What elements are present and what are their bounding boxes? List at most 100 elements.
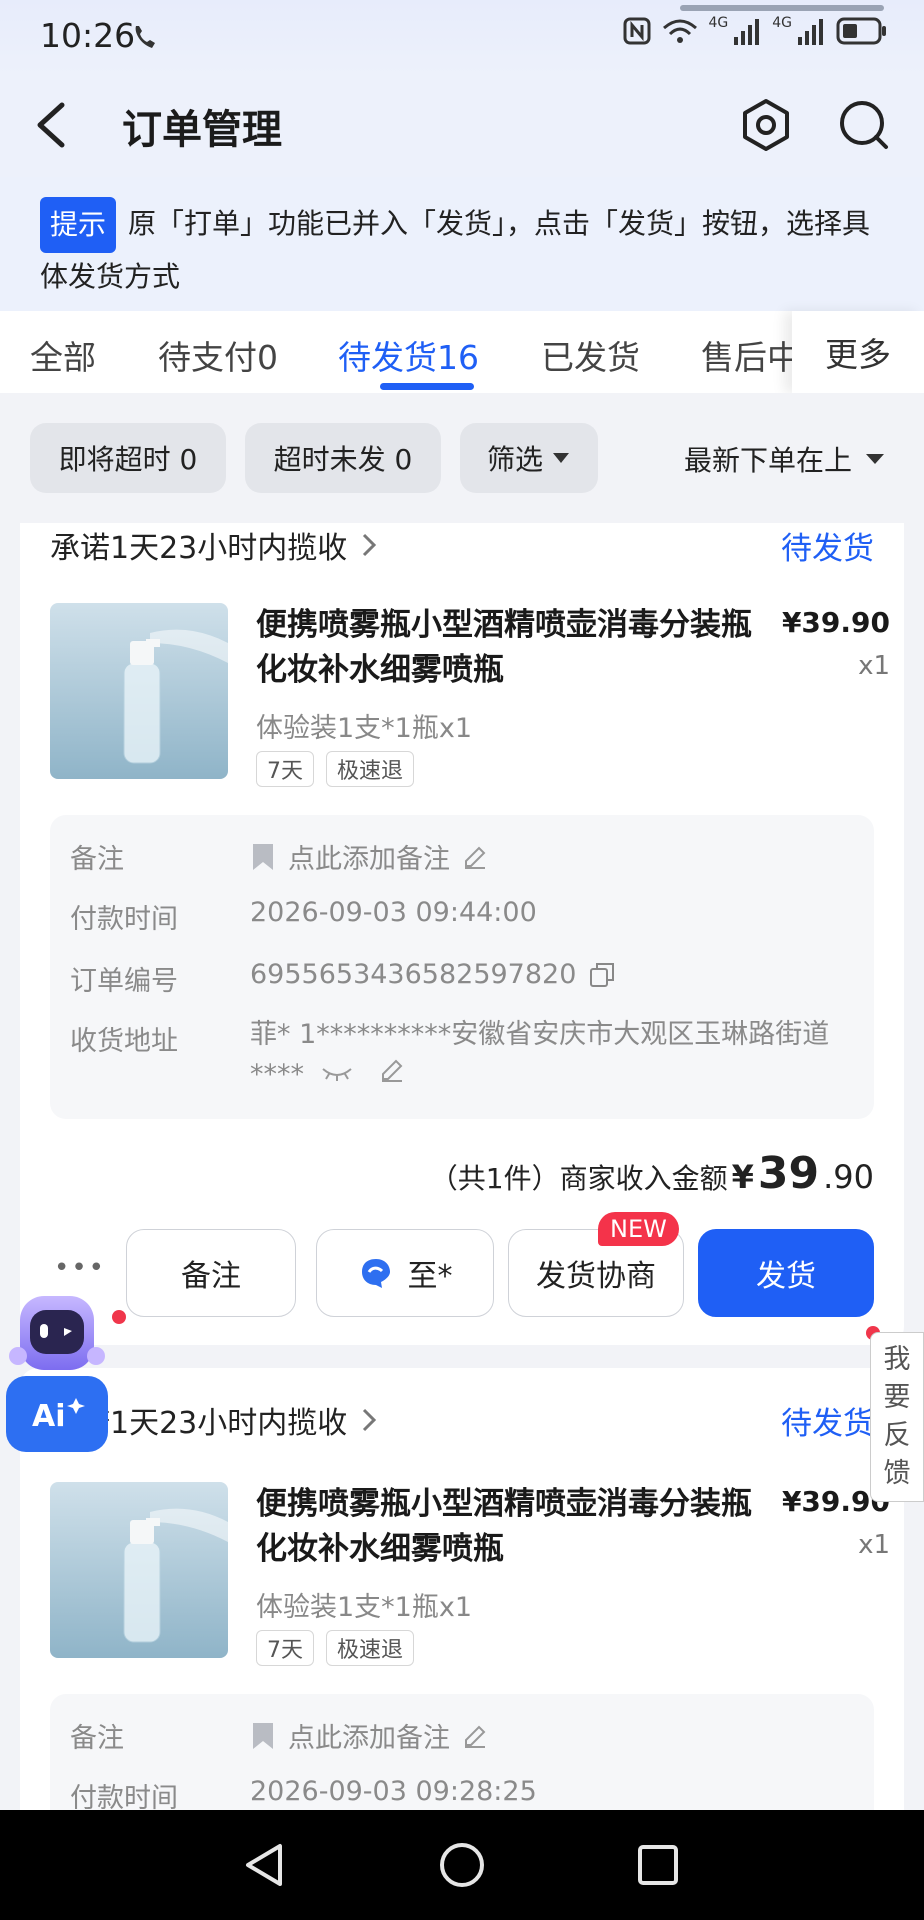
order-no-label: 订单编号 — [70, 966, 178, 997]
sort-dropdown[interactable]: 最新下单在上 — [684, 439, 886, 479]
promise-link[interactable]: 承诺1天23小时内揽收 — [50, 523, 377, 567]
tab-shipped[interactable]: 已发货 — [541, 331, 640, 379]
product-image[interactable] — [50, 603, 228, 779]
chip-about-to-timeout[interactable]: 即将超时 0 — [30, 423, 226, 493]
contact-buyer-button[interactable]: 至* — [316, 1229, 494, 1317]
product-qty: x1 — [858, 1530, 890, 1560]
remark-button[interactable]: 备注 — [126, 1229, 296, 1317]
status-pill — [680, 5, 884, 11]
product-image[interactable] — [50, 1482, 228, 1658]
status-time: 10:26 — [40, 16, 136, 55]
chevron-right-icon — [363, 1408, 377, 1432]
filter-button[interactable]: 筛选 — [460, 423, 598, 493]
search-icon — [840, 101, 888, 149]
order-status: 待发货 — [781, 1406, 874, 1442]
chat-bubble-icon — [361, 1259, 390, 1288]
back-button[interactable] — [22, 95, 82, 155]
order-status: 待发货 — [781, 531, 874, 567]
contact-label: 至* — [407, 1259, 453, 1294]
product-spec: 体验装1支*1瓶x1 — [256, 1592, 473, 1623]
system-nav-bar — [0, 1810, 924, 1920]
product-title[interactable]: 便携喷雾瓶小型酒精喷壶消毒分装瓶化妆补水细雾喷瓶 — [256, 603, 756, 693]
chevron-left-icon — [37, 102, 65, 148]
remark-label: 备注 — [70, 1723, 124, 1754]
order-card: 承诺1天23小时内揽收 待发货 便携喷雾瓶小型酒精喷壶消毒分装瓶化妆补水细雾喷瓶… — [20, 1368, 904, 1834]
bookmark-icon — [253, 1722, 273, 1749]
ai-assistant-button[interactable]: Ai — [6, 1290, 108, 1454]
settings-button[interactable] — [736, 95, 796, 155]
order-tabs: 全部 待支付0 待发货16 已发货 售后中 更多 — [0, 311, 924, 393]
income-currency: ¥ — [731, 1158, 754, 1196]
edit-icon — [465, 846, 486, 869]
income-summary: （共1件）商家收入金额 ¥ 39 .90 — [430, 1148, 874, 1199]
product-price: ¥39.90 — [781, 606, 890, 639]
svg-text:Ai: Ai — [32, 1399, 66, 1434]
home-circle-icon[interactable] — [437, 1840, 487, 1890]
notice-banner: 提示 原「打单」功能已并入「发货」，点击「发货」按钮，选择具体发货方式 — [0, 177, 924, 311]
tag-fast-refund: 极速退 — [326, 1630, 415, 1666]
order-info-box: 备注 点此添加备注 付款时间 2026-09-03 09:44:00 订单编号 … — [50, 815, 874, 1119]
page-title: 订单管理 — [122, 107, 282, 153]
order-no: 6955653436582597820 — [250, 959, 577, 990]
network-label-1: 4G — [708, 15, 729, 31]
income-label: （共1件）商家收入金额 — [429, 1162, 728, 1195]
notification-dot — [112, 1310, 126, 1324]
tag-7day: 7天 — [256, 751, 314, 787]
copy-icon[interactable] — [588, 961, 616, 989]
tab-pending-payment[interactable]: 待支付0 — [158, 331, 278, 379]
sort-label: 最新下单在上 — [683, 444, 852, 477]
eye-closed-icon[interactable] — [321, 1063, 353, 1083]
income-decimal: .90 — [823, 1158, 874, 1196]
notice-badge: 提示 — [40, 197, 117, 253]
remark-label: 备注 — [70, 844, 124, 875]
order-card: 承诺1天23小时内揽收 待发货 便携喷雾瓶小型酒精喷壶消毒分装瓶化妆补水细雾喷瓶… — [20, 523, 904, 1345]
feedback-button[interactable]: 我要反馈 — [870, 1332, 924, 1502]
address-label: 收货地址 — [70, 1026, 178, 1057]
nfc-icon — [623, 17, 651, 45]
tab-more-button[interactable]: 更多 — [792, 311, 924, 393]
add-remark-link[interactable]: 点此添加备注 — [250, 837, 488, 876]
product-spec: 体验装1支*1瓶x1 — [256, 713, 473, 744]
caret-down-icon — [553, 453, 569, 463]
ship-button[interactable]: 发货 — [698, 1229, 874, 1317]
pay-time: 2026-09-03 09:44:00 — [250, 897, 537, 928]
status-bar: 10:26 4G 4G — [0, 0, 924, 75]
address-block: 菲* 1**********安徽省安庆市大观区玉琳路街道**** — [250, 1015, 850, 1095]
caret-down-icon — [866, 454, 884, 464]
chip-timeout-unshipped[interactable]: 超时未发 0 — [245, 423, 441, 493]
tab-after-sales[interactable]: 售后中 — [701, 331, 800, 379]
signal-icon-2 — [798, 19, 823, 45]
nav-bar: 订单管理 — [0, 75, 924, 177]
bookmark-icon — [253, 843, 273, 870]
search-button[interactable] — [834, 95, 894, 155]
tag-7day: 7天 — [256, 1630, 314, 1666]
tag-fast-refund: 极速退 — [326, 751, 415, 787]
ai-robot-icon: Ai — [6, 1296, 108, 1452]
product-qty: x1 — [858, 651, 890, 681]
tab-all[interactable]: 全部 — [30, 331, 96, 379]
filter-label: 筛选 — [486, 443, 543, 476]
edit-icon — [465, 1725, 486, 1748]
add-remark-link[interactable]: 点此添加备注 — [250, 1716, 488, 1755]
wifi-icon — [663, 19, 698, 43]
recents-square-icon[interactable] — [633, 1840, 683, 1890]
product-title[interactable]: 便携喷雾瓶小型酒精喷壶消毒分装瓶化妆补水细雾喷瓶 — [256, 1482, 756, 1572]
remark-value: 点此添加备注 — [288, 844, 450, 875]
filter-bar: 即将超时 0 超时未发 0 筛选 最新下单在上 — [0, 393, 924, 523]
back-triangle-icon[interactable] — [240, 1840, 290, 1890]
order-no-row: 6955653436582597820 — [250, 959, 616, 990]
active-tab-indicator — [380, 383, 474, 390]
notice-text-block: 提示 原「打单」功能已并入「发货」，点击「发货」按钮，选择具体发货方式 — [40, 197, 884, 301]
tab-pending-shipment[interactable]: 待发货16 — [338, 331, 479, 379]
income-integer: 39 — [757, 1148, 820, 1199]
pay-time: 2026-09-03 09:28:25 — [250, 1776, 537, 1807]
promise-text: 承诺1天23小时内揽收 — [50, 531, 348, 566]
signal-icon — [734, 19, 760, 45]
edit-address-icon[interactable] — [379, 1057, 405, 1083]
new-badge: NEW — [598, 1212, 679, 1246]
battery-icon — [836, 17, 886, 45]
more-actions-button[interactable]: ••• — [54, 1253, 106, 1283]
pay-time-label: 付款时间 — [70, 904, 178, 935]
notice-text: 原「打单」功能已并入「发货」，点击「发货」按钮，选择具体发货方式 — [40, 207, 871, 293]
remark-value: 点此添加备注 — [288, 1723, 450, 1754]
